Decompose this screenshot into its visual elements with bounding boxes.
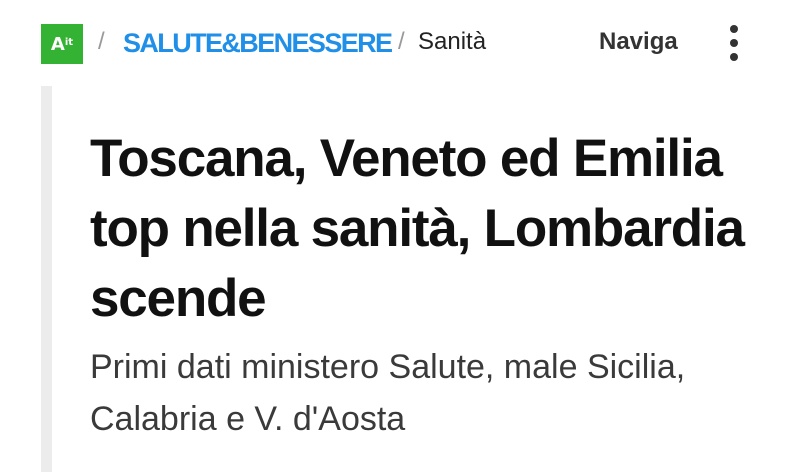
article-accent-bar — [41, 86, 52, 472]
logo-letter: A — [50, 34, 65, 55]
site-header: A it / SALUTE&BENESSERE / Sanità Naviga — [0, 0, 800, 86]
kebab-dot — [730, 53, 738, 61]
kebab-dot — [730, 25, 738, 33]
article-header: Toscana, Veneto ed Emilia top nella sani… — [0, 86, 800, 472]
logo-suffix: it — [64, 37, 74, 48]
article-headline: Toscana, Veneto ed Emilia top nella sani… — [90, 129, 745, 328]
breadcrumb-section-link[interactable]: SALUTE&BENESSERE — [123, 27, 393, 59]
article-subtitle: Primi dati ministero Salute, male Sicili… — [90, 348, 686, 438]
breadcrumb-separator: / — [98, 28, 105, 55]
site-logo[interactable]: A it — [41, 24, 83, 64]
naviga-menu-button[interactable]: Naviga — [599, 27, 678, 57]
more-vertical-icon[interactable] — [726, 25, 742, 63]
kebab-dot — [730, 39, 738, 47]
breadcrumb-subsection-link[interactable]: Sanità — [418, 27, 486, 57]
breadcrumb-separator: / — [398, 28, 405, 55]
